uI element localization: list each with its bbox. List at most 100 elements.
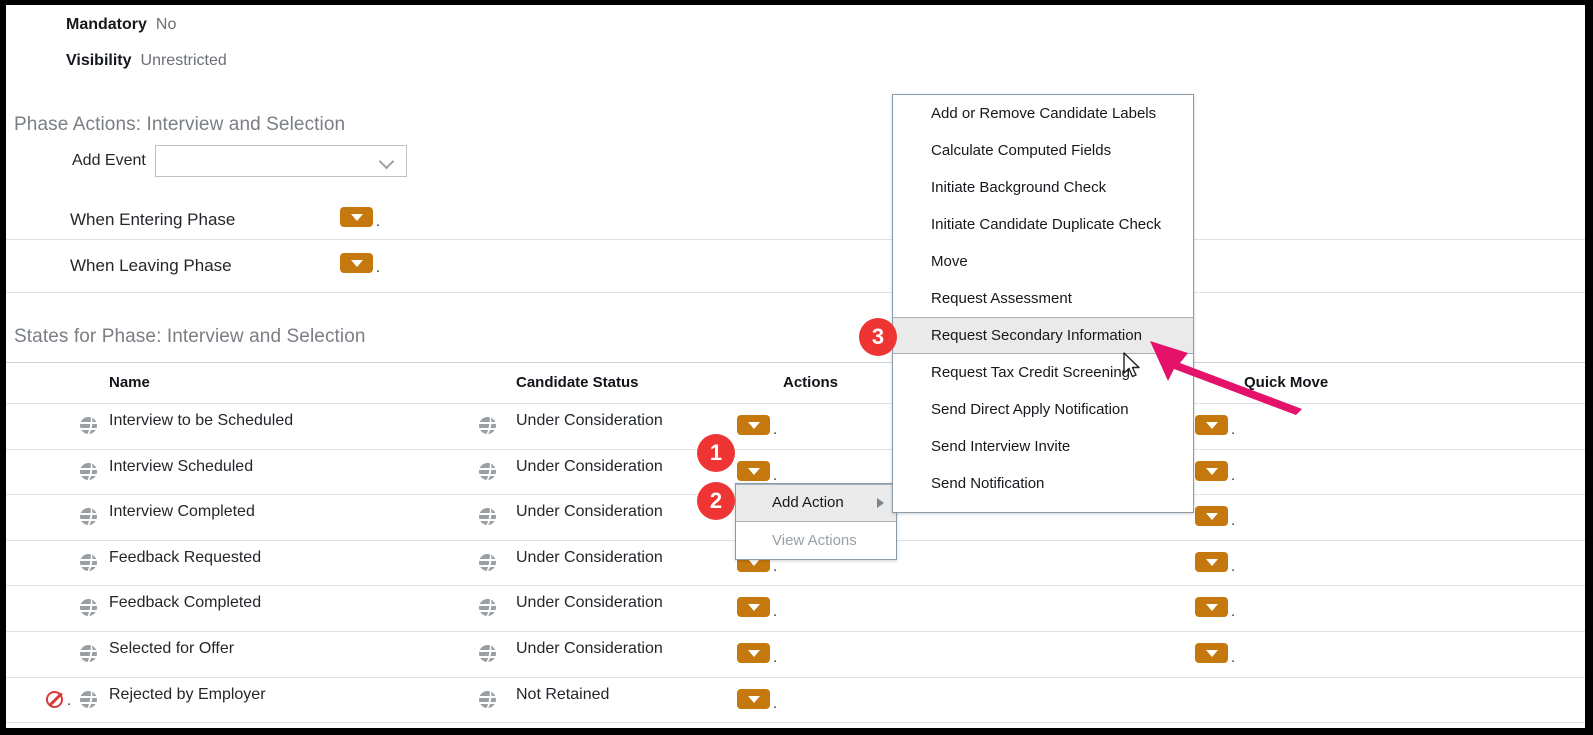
table-row-name: Rejected by Employer: [109, 685, 266, 703]
table-row-divider: [6, 448, 1585, 450]
when-entering-phase-label: When Entering Phase: [70, 210, 236, 229]
actions-dot: .: [773, 421, 778, 438]
table-row-divider: [6, 585, 1585, 587]
menu-item-label: Request Assessment: [931, 290, 1072, 307]
actions-dropdown-button[interactable]: [737, 460, 770, 481]
menu-item-move[interactable]: Move: [893, 243, 1193, 280]
menu-item-add-action[interactable]: Add Action: [736, 484, 896, 522]
status-globe-icon: [479, 553, 496, 571]
status-globe-icon: [479, 599, 496, 617]
actions-dropdown-button[interactable]: [737, 597, 770, 618]
quick-move-dropdown-button[interactable]: [1195, 460, 1228, 481]
menu-item-label: Initiate Background Check: [931, 179, 1107, 196]
column-header-name: Name: [109, 374, 150, 391]
phase-actions-title: Phase Actions: Interview and Selection: [14, 114, 346, 135]
table-row-name: Feedback Completed: [109, 594, 262, 612]
quick-move-dot: .: [1231, 466, 1236, 484]
quick-move-dropdown-button[interactable]: [1195, 415, 1228, 435]
menu-item-label: Request Tax Credit Screening: [931, 364, 1130, 381]
actions-dot: .: [773, 694, 778, 712]
menu-item-view-actions-label: View Actions: [772, 532, 857, 549]
menu-item-label: Move: [931, 253, 968, 270]
menu-item-label: Calculate Computed Fields: [931, 142, 1112, 159]
quick-move-dropdown-button[interactable]: [1195, 597, 1228, 618]
property-mandatory-label: Mandatory: [66, 16, 147, 33]
table-row-divider: [6, 722, 1585, 724]
property-mandatory: Mandatory No: [66, 16, 176, 34]
action-list-menu[interactable]: Add or Remove Candidate Labels Calculate …: [892, 94, 1194, 513]
column-header-candidate-status: Candidate Status: [516, 374, 639, 391]
menu-item-add-action-label: Add Action: [772, 494, 844, 511]
table-row-status: Under Consideration: [516, 594, 663, 612]
menu-item-label: Request Secondary Information: [931, 327, 1142, 344]
when-leaving-phase-dropdown[interactable]: [340, 253, 373, 273]
state-globe-icon: [80, 508, 97, 526]
when-leaving-phase-label: When Leaving Phase: [70, 256, 232, 275]
menu-item-add-or-remove-candidate-labels[interactable]: Add or Remove Candidate Labels: [893, 95, 1193, 132]
table-top-border: [6, 362, 1585, 363]
add-event-label: Add Event: [72, 152, 146, 169]
submenu-arrow-icon: [877, 498, 884, 508]
menu-item-send-notification[interactable]: Send Notification: [893, 465, 1193, 502]
state-globe-icon: [80, 645, 97, 662]
table-row-divider: [6, 676, 1585, 678]
menu-item-request-assessment[interactable]: Request Assessment: [893, 280, 1193, 317]
status-globe-icon: [479, 690, 496, 708]
states-section-title: States for Phase: Interview and Selectio…: [14, 326, 366, 347]
when-entering-phase-dropdown[interactable]: [340, 207, 373, 227]
state-globe-icon: [80, 417, 97, 434]
status-globe-icon: [479, 508, 496, 526]
table-row-status: Under Consideration: [516, 640, 663, 657]
property-visibility: Visibility Unrestricted: [66, 52, 227, 70]
quick-move-dropdown-button[interactable]: [1195, 551, 1228, 572]
status-globe-icon: [479, 417, 496, 434]
state-globe-icon: [80, 599, 97, 617]
step-badge-1: 1: [697, 434, 735, 472]
menu-item-send-interview-invite[interactable]: Send Interview Invite: [893, 428, 1193, 465]
actions-dot: .: [773, 603, 778, 621]
actions-dropdown-button[interactable]: [737, 643, 770, 663]
quick-move-dot: .: [1231, 603, 1236, 621]
state-globe-icon: [80, 690, 97, 708]
menu-item-label: Send Direct Apply Notification: [931, 401, 1129, 418]
actions-dot: .: [773, 649, 778, 666]
menu-item-view-actions: View Actions: [736, 522, 896, 560]
quick-move-dot: .: [1231, 512, 1236, 530]
state-globe-icon: [80, 553, 97, 571]
quick-move-dropdown-button[interactable]: [1195, 643, 1228, 663]
menu-item-initiate-candidate-duplicate-check[interactable]: Initiate Candidate Duplicate Check: [893, 206, 1193, 243]
menu-item-label: Add or Remove Candidate Labels: [931, 105, 1157, 122]
status-globe-icon: [479, 645, 496, 662]
app-screen: Mandatory No Visibility Unrestricted Phase…: [6, 5, 1585, 728]
table-row-name: Feedback Requested: [109, 548, 262, 566]
menu-item-initiate-background-check[interactable]: Initiate Background Check: [893, 169, 1193, 206]
blocked-icon: [46, 690, 63, 708]
table-row-name: Interview to be Scheduled: [109, 412, 294, 429]
menu-item-calculate-computed-fields[interactable]: Calculate Computed Fields: [893, 132, 1193, 169]
table-row-name: Interview Scheduled: [109, 457, 254, 475]
step-badge-2: 2: [697, 482, 735, 520]
table-row-name: Selected for Offer: [109, 640, 235, 657]
blocked-icon-dot: .: [67, 691, 72, 709]
table-row-divider: [6, 631, 1585, 632]
quick-move-dot: .: [1231, 421, 1236, 438]
property-visibility-label: Visibility: [66, 52, 132, 69]
table-row-status: Not Retained: [516, 685, 610, 703]
quick-move-dot: .: [1231, 649, 1236, 666]
chevron-down-icon: [381, 155, 394, 168]
add-action-context-menu[interactable]: Add Action View Actions: [735, 483, 897, 560]
quick-move-dropdown-button[interactable]: [1195, 506, 1228, 527]
divider: [6, 239, 1585, 240]
menu-item-label: Initiate Candidate Duplicate Check: [931, 216, 1162, 233]
annotation-arrow: [1150, 341, 1302, 415]
actions-dropdown-button[interactable]: [737, 688, 770, 709]
table-row-name: Interview Completed: [109, 503, 255, 521]
actions-dropdown-button[interactable]: [737, 415, 770, 435]
actions-dot: .: [773, 466, 778, 484]
table-row-status: Under Consideration: [516, 503, 663, 521]
add-event-select[interactable]: [155, 145, 407, 177]
state-globe-icon: [80, 462, 97, 480]
quick-move-dot: .: [1231, 557, 1236, 575]
menu-item-label: Send Interview Invite: [931, 438, 1071, 455]
table-header-divider: [6, 403, 1585, 404]
